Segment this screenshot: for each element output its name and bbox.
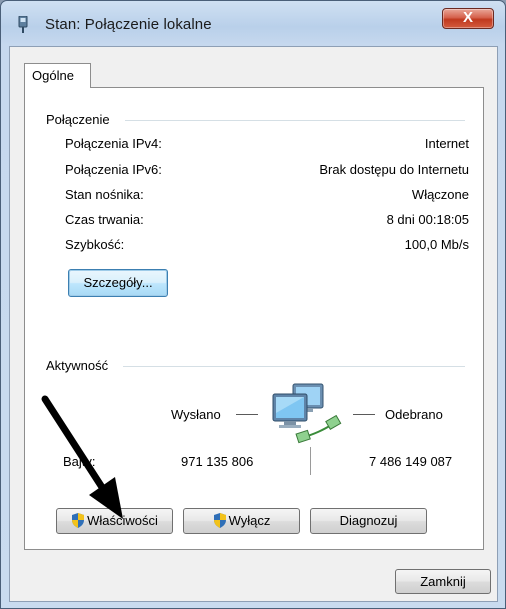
details-button[interactable]: Szczegóły... xyxy=(68,269,168,297)
connection-group-line xyxy=(125,120,465,121)
disable-button-label: Wyłącz xyxy=(228,513,271,528)
network-adapter-icon xyxy=(18,16,28,33)
window-title: Stan: Połączenie lokalne xyxy=(45,16,212,33)
properties-button[interactable]: Właściwości xyxy=(56,508,173,534)
close-button[interactable]: Zamknij xyxy=(395,569,491,594)
dialog-client-area: Ogólne Połączenie Połączenia IPv4: Inter… xyxy=(9,46,498,602)
properties-button-label: Właściwości xyxy=(87,513,158,528)
speed-label: Szybkość: xyxy=(65,237,125,252)
speed-value: 100,0 Mb/s xyxy=(404,237,469,252)
ipv4-label: Połączenia IPv4: xyxy=(65,136,162,151)
connection-group-title: Połączenie xyxy=(46,112,110,127)
ipv6-label: Połączenia IPv6: xyxy=(65,162,162,177)
media-state-label: Stan nośnika: xyxy=(65,187,144,202)
uac-shield-icon xyxy=(213,512,226,528)
close-window-button[interactable]: X xyxy=(442,8,494,29)
sent-label: Wysłano xyxy=(171,407,221,422)
tab-panel-general: Połączenie Połączenia IPv4: Internet Poł… xyxy=(24,87,484,550)
ipv6-value: Brak dostępu do Internetu xyxy=(319,162,469,177)
bytes-label: Bajty: xyxy=(63,454,96,469)
status-window: Stan: Połączenie lokalne X Ogólne Połącz… xyxy=(0,0,506,609)
ipv4-value: Internet xyxy=(424,136,469,151)
duration-label: Czas trwania: xyxy=(65,212,144,227)
received-dash xyxy=(353,414,375,415)
network-computers-icon xyxy=(272,383,342,444)
received-bytes-value: 7 486 149 087 xyxy=(369,454,453,469)
uac-shield-icon xyxy=(72,512,85,528)
received-label: Odebrano xyxy=(385,407,443,422)
title-bar[interactable]: Stan: Połączenie lokalne X xyxy=(1,1,505,45)
activity-group-title: Aktywność xyxy=(46,358,109,373)
disable-button[interactable]: Wyłącz xyxy=(183,508,300,534)
sent-dash xyxy=(236,414,258,415)
sent-bytes-value: 971 135 806 xyxy=(181,454,254,469)
close-icon: X xyxy=(462,9,473,26)
duration-value: 8 dni 00:18:05 xyxy=(386,212,469,227)
tab-general[interactable]: Ogólne xyxy=(24,63,91,88)
bytes-separator xyxy=(310,447,311,475)
media-state-value: Włączone xyxy=(411,187,469,202)
diagnose-button[interactable]: Diagnozuj xyxy=(310,508,427,534)
activity-group-line xyxy=(123,366,465,367)
